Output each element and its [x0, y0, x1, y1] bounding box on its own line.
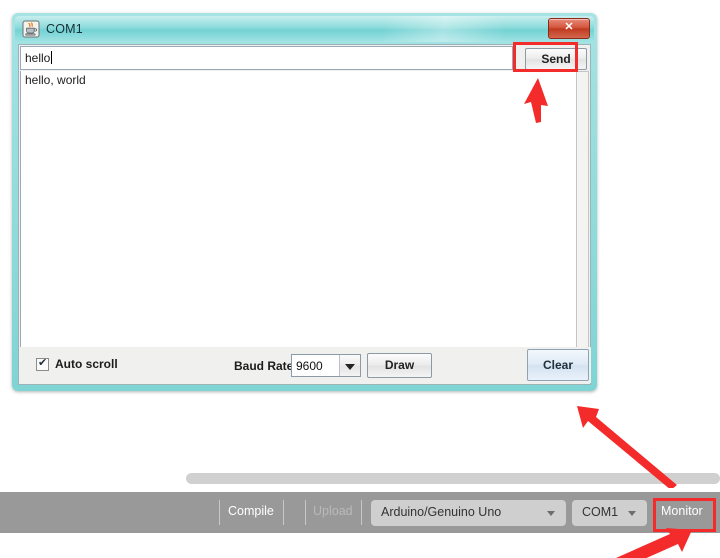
window-client-area: hello Send hello, world Auto scroll Baud…: [18, 44, 591, 385]
page-horizontal-scrollbar[interactable]: [0, 471, 720, 485]
divider: [361, 500, 362, 525]
port-select[interactable]: COM1: [572, 500, 647, 526]
auto-scroll-checkbox[interactable]: Auto scroll: [36, 356, 118, 371]
divider: [283, 500, 284, 525]
serial-send-input[interactable]: hello: [20, 46, 513, 70]
java-cup-icon: [22, 20, 40, 38]
divider: [305, 500, 306, 525]
serial-output-vertical-scrollbar[interactable]: [576, 71, 589, 349]
baud-rate-label: Baud Rate: [234, 359, 294, 373]
board-select-value: Arduino/Genuino Uno: [381, 505, 502, 519]
auto-scroll-label: Auto scroll: [55, 357, 118, 371]
checkbox-checked-icon: [36, 356, 49, 371]
serial-output-line: hello, world: [25, 73, 86, 87]
close-icon[interactable]: ✕: [548, 18, 590, 39]
port-select-value: COM1: [582, 505, 619, 519]
baud-rate-value: 9600: [296, 359, 323, 373]
serial-monitor-controls: Auto scroll Baud Rate 9600 Draw Clear: [20, 347, 591, 383]
scrollbar-thumb[interactable]: [186, 473, 720, 484]
draw-button[interactable]: Draw: [367, 353, 432, 378]
serial-output-area[interactable]: hello, world: [20, 71, 578, 349]
chevron-down-icon: [628, 511, 636, 516]
monitor-button[interactable]: Monitor: [661, 504, 703, 518]
chevron-down-icon: [547, 511, 555, 516]
text-caret: [51, 51, 53, 64]
serial-send-input-value: hello: [25, 51, 51, 65]
compile-button[interactable]: Compile: [228, 504, 274, 518]
board-select[interactable]: Arduino/Genuino Uno: [371, 500, 566, 526]
baud-rate-select[interactable]: 9600: [291, 354, 361, 377]
upload-button[interactable]: Upload: [313, 504, 353, 518]
chevron-down-icon[interactable]: [339, 355, 360, 376]
window-title: COM1: [46, 22, 83, 36]
window-titlebar[interactable]: COM1 ✕: [15, 16, 594, 42]
serial-monitor-window: COM1 ✕ hello Send hello, world Auto scro…: [12, 13, 597, 391]
screen-root: COM1 ✕ hello Send hello, world Auto scro…: [0, 0, 720, 558]
send-button[interactable]: Send: [525, 48, 587, 70]
divider: [219, 500, 220, 525]
clear-button[interactable]: Clear: [527, 349, 589, 381]
